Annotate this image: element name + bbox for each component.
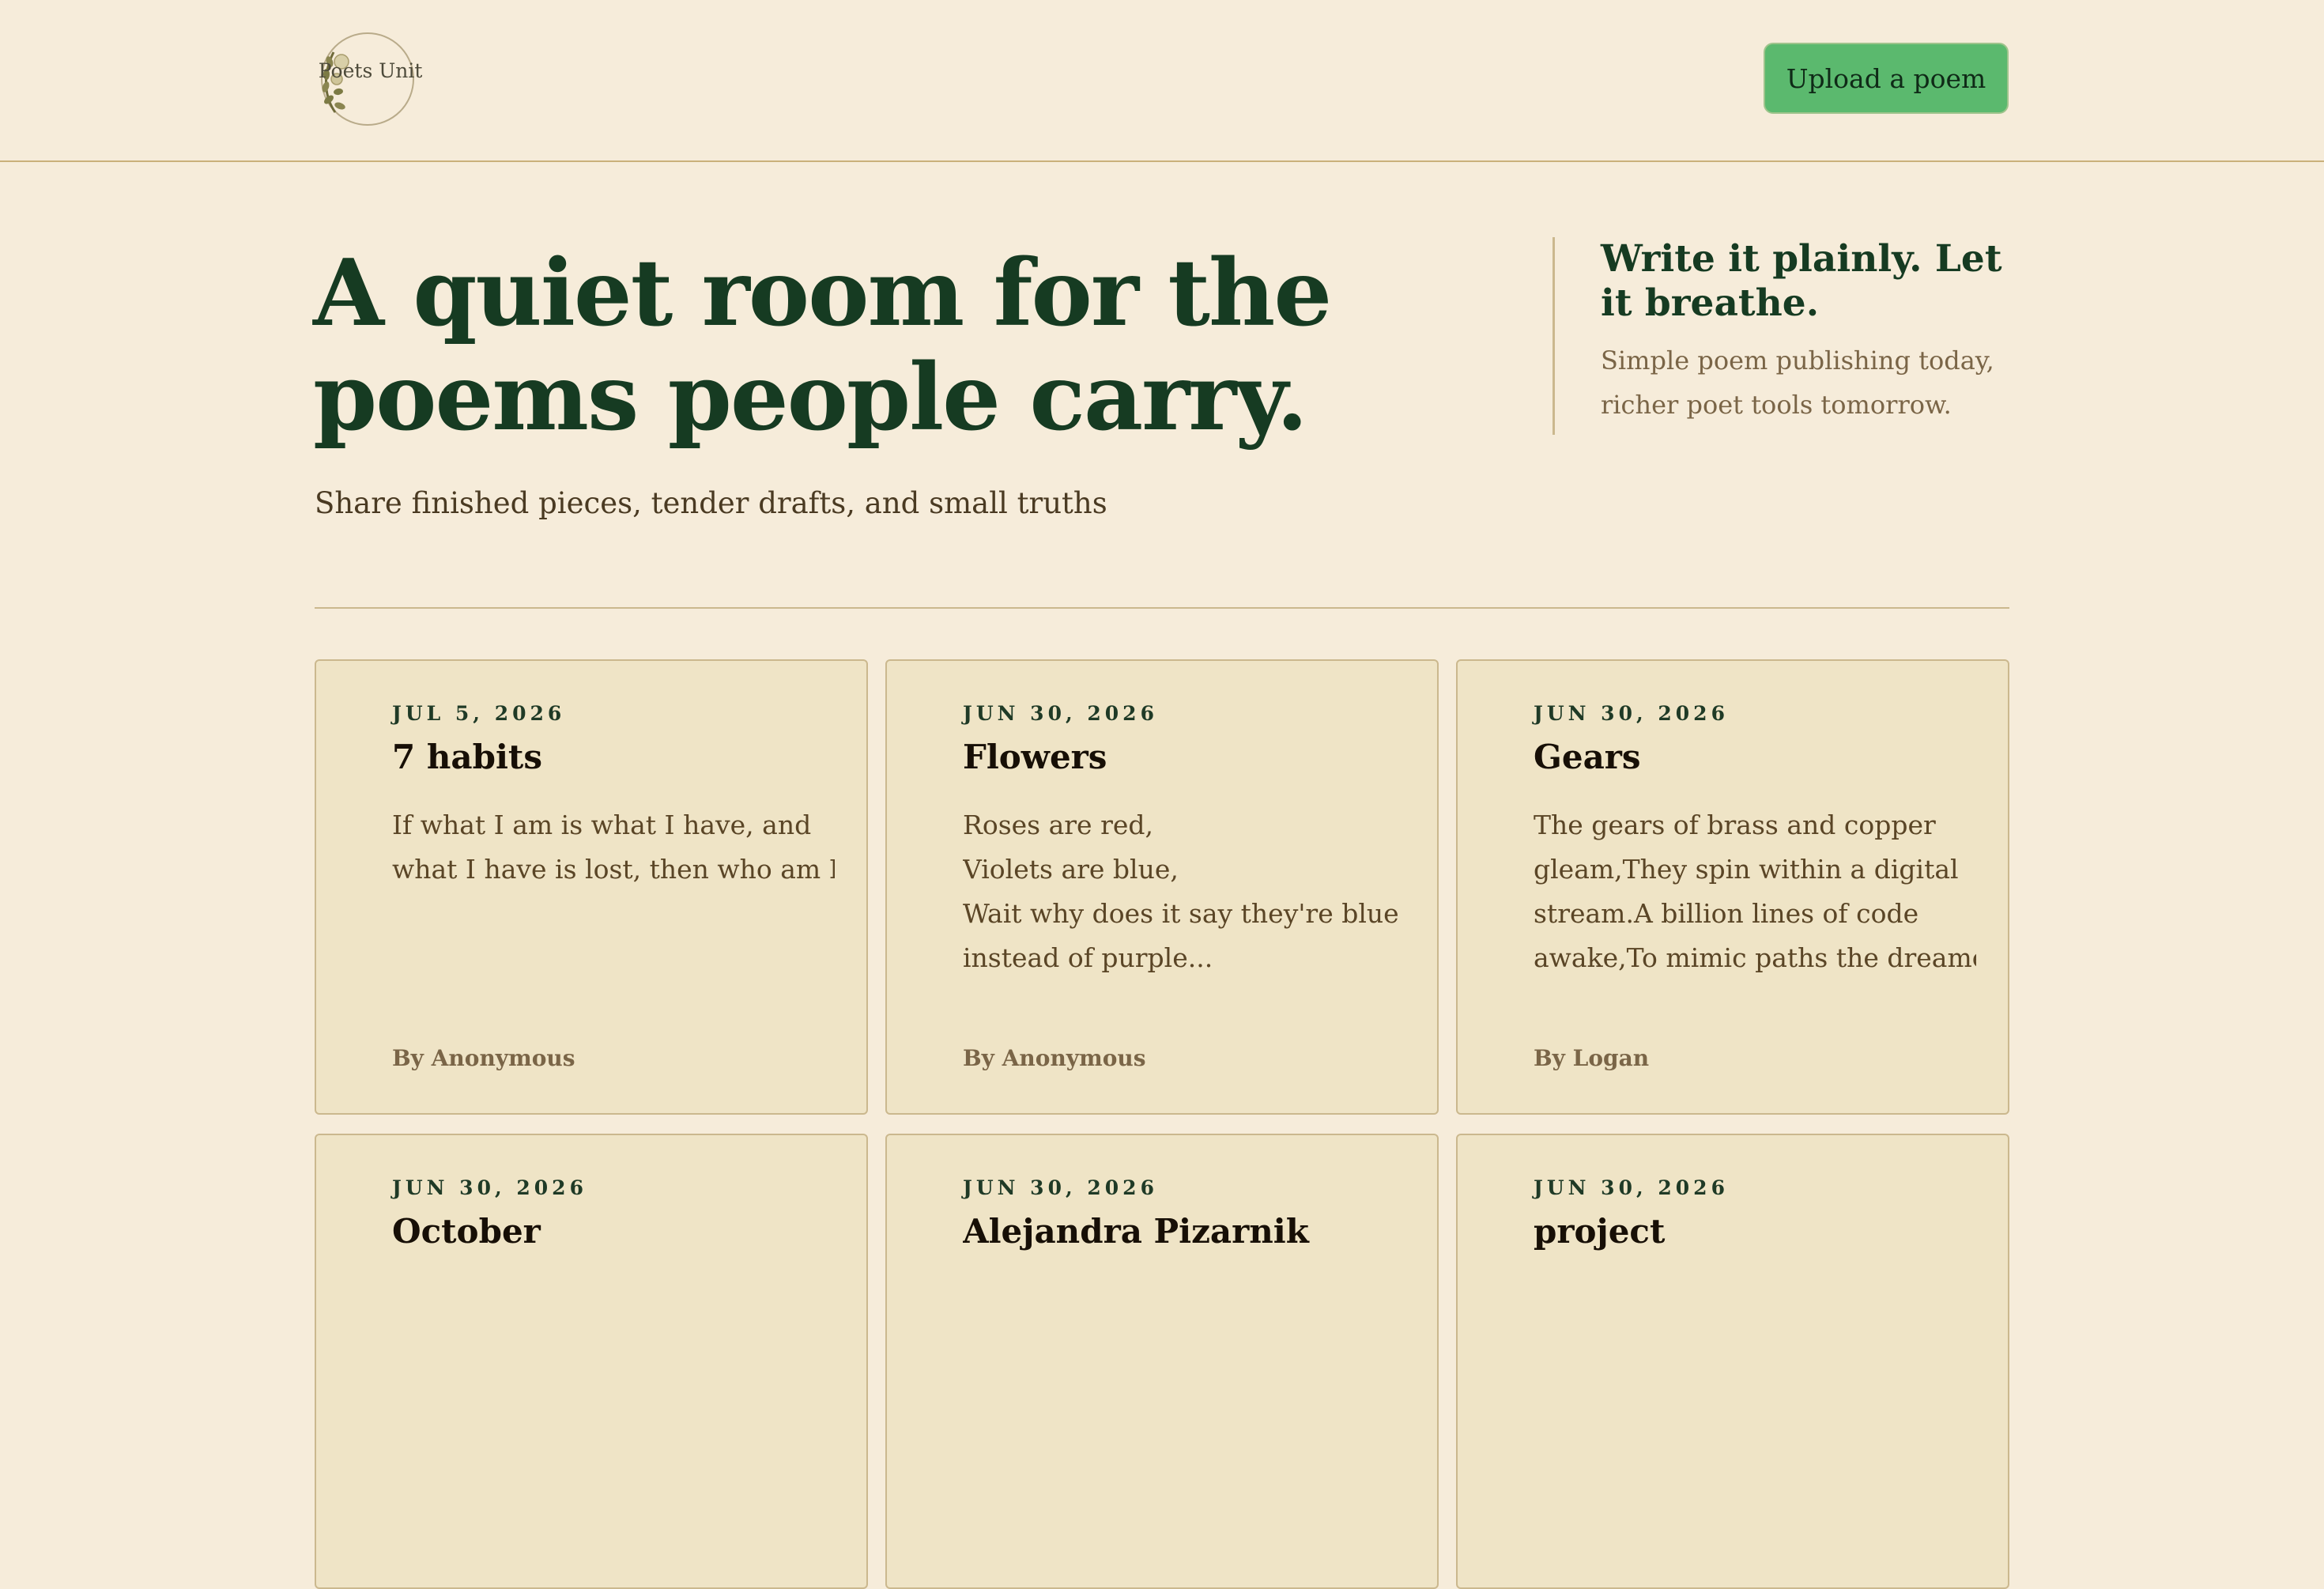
poem-title[interactable]: project <box>1534 1208 1976 1255</box>
poem-date: JUN 30, 2026 <box>392 1176 587 1199</box>
poem-excerpt: If what I am is what I have, and what I … <box>392 803 835 892</box>
poem-card[interactable]: JUN 30, 2026 Alejandra Pizarnik <box>885 1134 1439 1589</box>
hero-title-line-1: A quiet room for the <box>313 240 1332 347</box>
hero-title: A quiet room for the poems people carry. <box>313 241 1420 450</box>
section-divider <box>315 607 2009 609</box>
poem-line: awake,To mimic paths the dreame... <box>1534 942 1976 973</box>
poem-date: JUN 30, 2026 <box>963 702 1158 725</box>
poem-title[interactable]: Alejandra Pizarnik <box>963 1208 1405 1255</box>
poem-card[interactable]: JUN 30, 2026 project <box>1456 1134 2009 1589</box>
poem-line: If what I am is what I have, and <box>392 810 812 840</box>
poem-line: instead of purple... <box>963 942 1213 973</box>
tagline-text-line-1: Simple poem publishing today, <box>1601 345 1994 376</box>
poem-card[interactable]: JUL 5, 2026 7 habits If what I am is wha… <box>315 659 868 1115</box>
tagline-text: Simple poem publishing today, richer poe… <box>1601 338 2011 427</box>
poem-line: what I have is lost, then who am I? <box>392 854 835 885</box>
poem-date: JUL 5, 2026 <box>392 702 566 725</box>
poem-card[interactable]: JUN 30, 2026 October <box>315 1134 868 1589</box>
svg-text:Poets United: Poets United <box>319 59 422 82</box>
poem-date: JUN 30, 2026 <box>1534 1176 1729 1199</box>
poem-author: By Anonymous <box>963 1045 1146 1071</box>
site-header: Poets United Upload a poem <box>0 0 2324 162</box>
poem-excerpt: The gears of brass and copper gleam,They… <box>1534 803 1976 980</box>
poem-line: gleam,They spin within a digital <box>1534 854 1959 885</box>
tagline-heading-line-1: Write it plainly. Let <box>1601 237 2002 281</box>
poem-line: Roses are red, <box>963 810 1153 840</box>
hero-title-line-2: poems people carry. <box>313 344 1308 451</box>
poem-title[interactable]: October <box>392 1208 835 1255</box>
poem-line: Violets are blue, <box>963 854 1179 885</box>
poets-united-logo[interactable]: Poets United <box>313 30 422 128</box>
poem-title[interactable]: Flowers <box>963 734 1405 781</box>
poem-title[interactable]: 7 habits <box>392 734 835 781</box>
tagline-text-line-2: richer poet tools tomorrow. <box>1601 390 1952 420</box>
hero-subtitle: Share finished pieces, tender drafts, an… <box>315 486 1107 520</box>
poem-line: Wait why does it say they're blue <box>963 898 1399 929</box>
poem-line: stream.A billion lines of code <box>1534 898 1919 929</box>
poem-date: JUN 30, 2026 <box>1534 702 1729 725</box>
poem-author: By Anonymous <box>392 1045 575 1071</box>
poem-date: JUN 30, 2026 <box>963 1176 1158 1199</box>
tagline-heading: Write it plainly. Let it breathe. <box>1601 237 2011 326</box>
laurel-logo-icon: Poets United <box>319 32 422 126</box>
poem-card[interactable]: JUN 30, 2026 Gears The gears of brass an… <box>1456 659 2009 1115</box>
poem-title[interactable]: Gears <box>1534 734 1976 781</box>
upload-poem-button[interactable]: Upload a poem <box>1764 43 2009 114</box>
poem-card[interactable]: JUN 30, 2026 Flowers Roses are red, Viol… <box>885 659 1439 1115</box>
tagline-panel: Write it plainly. Let it breathe. Simple… <box>1552 237 2011 435</box>
poem-excerpt: Roses are red, Violets are blue, Wait wh… <box>963 803 1405 980</box>
poem-line: The gears of brass and copper <box>1534 810 1936 840</box>
tagline-heading-line-2: it breathe. <box>1601 281 1820 325</box>
poem-author: By Logan <box>1534 1045 1650 1071</box>
